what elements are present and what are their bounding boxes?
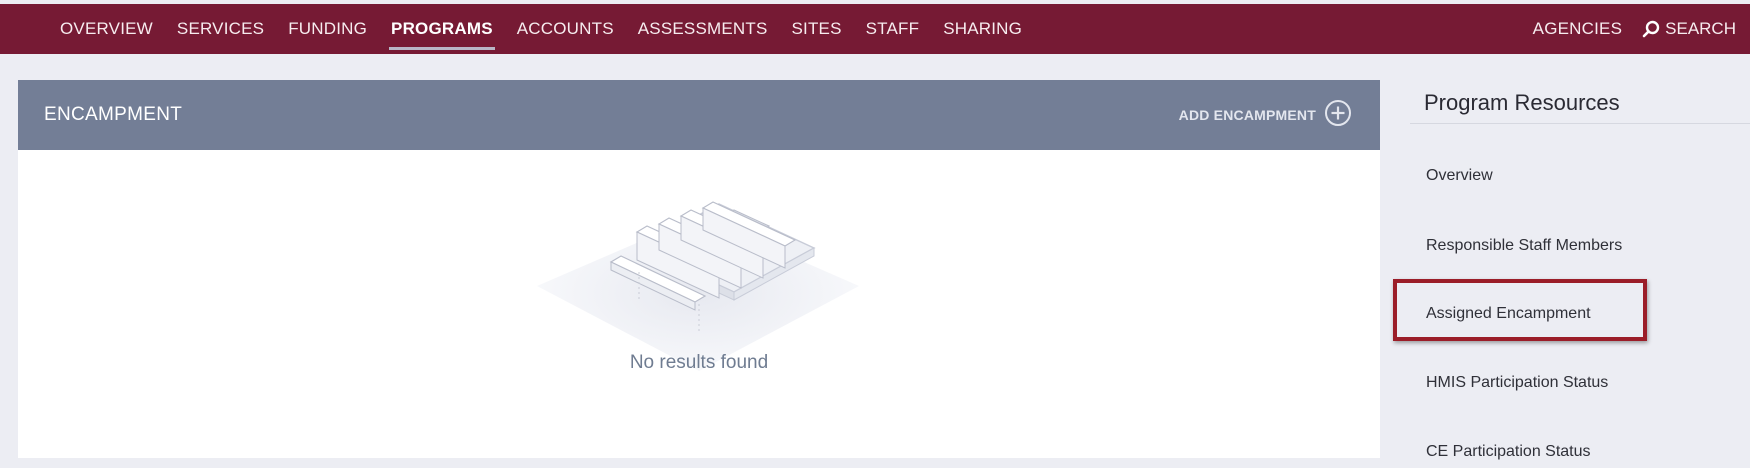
sidebar-item-hmis-participation[interactable]: HMIS Participation Status xyxy=(1426,374,1608,392)
nav-item-sites[interactable]: SITES xyxy=(779,4,853,54)
search-link[interactable]: SEARCH xyxy=(1642,19,1736,39)
sidebar-item-ce-participation[interactable]: CE Participation Status xyxy=(1426,443,1591,461)
nav-item-programs[interactable]: PROGRAMS xyxy=(379,4,505,54)
panel-header: ENCAMPMENT ADD ENCAMPMENT xyxy=(18,80,1380,150)
sidebar-item-overview[interactable]: Overview xyxy=(1426,167,1493,185)
highlight-annotation-box xyxy=(1393,279,1647,341)
plus-circle-icon xyxy=(1324,99,1352,132)
nav-right-group: AGENCIES SEARCH xyxy=(1533,4,1736,54)
program-resources-sidebar: Program Resources Overview Responsible S… xyxy=(1410,80,1750,468)
sidebar-divider xyxy=(1410,123,1750,124)
nav-item-staff[interactable]: STAFF xyxy=(854,4,932,54)
panel-title: ENCAMPMENT xyxy=(44,104,183,125)
search-icon xyxy=(1642,20,1660,38)
nav-item-agencies[interactable]: AGENCIES xyxy=(1533,4,1622,54)
nav-item-accounts[interactable]: ACCOUNTS xyxy=(505,4,626,54)
sidebar-title: Program Resources xyxy=(1424,90,1620,115)
add-encampment-button[interactable]: ADD ENCAMPMENT xyxy=(1179,80,1352,150)
empty-state-text: No results found xyxy=(629,352,769,373)
top-nav-bar: OVERVIEW SERVICES FUNDING PROGRAMS ACCOU… xyxy=(0,4,1750,54)
encampment-panel: ENCAMPMENT ADD ENCAMPMENT No results fou… xyxy=(18,80,1380,458)
search-label: SEARCH xyxy=(1665,19,1736,38)
nav-item-sharing[interactable]: SHARING xyxy=(931,4,1034,54)
add-encampment-label: ADD ENCAMPMENT xyxy=(1178,107,1316,123)
nav-item-assessments[interactable]: ASSESSMENTS xyxy=(626,4,780,54)
sidebar-item-responsible-staff[interactable]: Responsible Staff Members xyxy=(1426,237,1622,255)
main-nav: OVERVIEW SERVICES FUNDING PROGRAMS ACCOU… xyxy=(48,4,1034,54)
nav-item-overview[interactable]: OVERVIEW xyxy=(48,4,165,54)
nav-item-services[interactable]: SERVICES xyxy=(165,4,276,54)
nav-item-funding[interactable]: FUNDING xyxy=(276,4,379,54)
